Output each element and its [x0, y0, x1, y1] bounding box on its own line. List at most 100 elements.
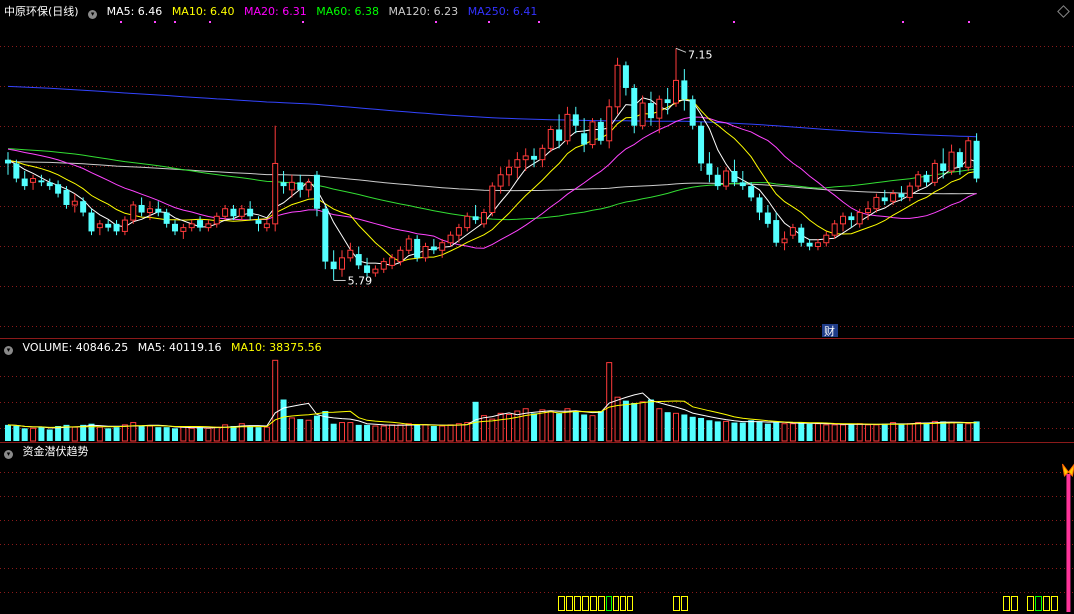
candle-body: [931, 162, 938, 183]
finance-badge-label: 财: [824, 324, 835, 338]
bottom-marker-bar: [1027, 596, 1034, 611]
volume-bar: [205, 427, 212, 442]
volume-bar: [806, 423, 813, 441]
volume-bar: [322, 411, 329, 441]
volume-bar: [831, 424, 838, 442]
ma10-label: MA10: 6.40: [171, 5, 235, 18]
volume-bar: [13, 426, 20, 441]
candle-body: [547, 128, 554, 149]
candle-body: [848, 216, 855, 221]
volume-bar: [956, 423, 963, 441]
ma20-label: MA20: 6.31: [244, 5, 307, 18]
candle-body: [764, 212, 771, 224]
indicator-collapse-icon[interactable]: ▾: [4, 450, 13, 459]
volume-bar: [681, 414, 688, 441]
volume-collapse-icon[interactable]: ▾: [4, 346, 13, 355]
candle-body: [681, 80, 688, 100]
volume-bar: [723, 420, 730, 442]
candle-body: [706, 163, 713, 175]
volume-bar: [606, 362, 613, 442]
volume-bar: [798, 422, 805, 441]
bottom-marker-bar: [590, 596, 597, 611]
candle-body: [480, 212, 487, 225]
bottom-marker-bar: [1011, 596, 1018, 611]
low-price-label: 5.79: [348, 274, 373, 287]
volume-bar: [121, 424, 128, 442]
candle-body: [288, 181, 295, 191]
volume-bar: [965, 423, 972, 442]
high-price-label: 7.15: [688, 48, 713, 61]
volume-bar: [973, 421, 980, 441]
bottom-marker-bar: [673, 596, 680, 611]
ma5-label: MA5: 6.46: [106, 5, 163, 18]
candle-body: [906, 185, 913, 198]
candle-body: [781, 238, 788, 244]
volume-bar: [656, 408, 663, 442]
volume-bar: [288, 417, 295, 442]
candle-body: [622, 65, 629, 88]
volume-bar: [898, 423, 905, 441]
stock-title[interactable]: 中原环保(日线): [4, 5, 79, 18]
collapse-icon[interactable]: ▾: [88, 10, 98, 19]
top-marker: [174, 21, 176, 23]
volume-bar: [698, 417, 705, 441]
candle-body: [823, 234, 830, 244]
candle-body: [255, 220, 262, 224]
candle-body: [723, 170, 730, 187]
bottom-marker-bar: [620, 596, 626, 611]
ma120-label: MA120: 6.23: [388, 5, 459, 18]
candle-body: [814, 242, 821, 248]
volume-bar: [647, 399, 654, 441]
candle-body: [865, 208, 872, 214]
volume-bar: [455, 423, 462, 442]
ma250-label: MA250: 6.41: [467, 5, 538, 18]
candle-body: [80, 201, 87, 213]
volume-bar: [297, 419, 304, 441]
volume-bar: [230, 426, 237, 441]
volume-bar: [21, 428, 28, 441]
top-marker: [733, 21, 735, 23]
candle-body: [355, 254, 362, 266]
candle-body: [430, 246, 437, 251]
volume-bar: [96, 426, 103, 442]
candle-body: [313, 174, 320, 209]
candle-body: [297, 182, 304, 190]
candle-body: [965, 140, 972, 168]
candle-body: [21, 178, 28, 187]
candle-body: [172, 223, 178, 232]
candle-body: [230, 208, 237, 217]
volume-bar: [197, 427, 204, 441]
top-marker: [488, 21, 490, 23]
volume-bar: [188, 427, 195, 442]
volume-legend: ▾ VOLUME: 40846.25 MA5: 40119.16 MA10: 3…: [4, 341, 328, 355]
volume-bar: [305, 419, 312, 442]
volume-bar: [247, 426, 254, 441]
candle-body: [422, 246, 429, 259]
bottom-marker-bar: [598, 596, 605, 611]
candle-body: [88, 212, 95, 232]
candle-body: [380, 261, 387, 270]
volume-bar: [581, 414, 588, 441]
candle-body: [531, 155, 538, 160]
candle-body: [956, 152, 963, 168]
candle-body: [664, 99, 671, 104]
volume-bar: [389, 424, 396, 442]
candle-body: [639, 102, 646, 127]
bottom-marker-bar: [574, 596, 581, 611]
volume-bar: [146, 425, 153, 442]
volume-bar: [113, 427, 120, 441]
volume-bar: [631, 402, 638, 441]
bottom-marker-bar: [582, 596, 589, 611]
candle-body: [673, 79, 679, 104]
candle-body: [46, 182, 53, 187]
top-marker: [209, 21, 211, 23]
bottom-marker-bar: [566, 596, 573, 611]
candle-body: [339, 257, 345, 270]
candle-body: [30, 178, 37, 183]
candle-body: [856, 212, 863, 225]
volume-bar: [364, 424, 371, 441]
volume-bar: [255, 427, 262, 441]
volume-bar: [547, 410, 554, 442]
candle-body: [606, 106, 613, 142]
candle-body: [138, 204, 145, 213]
